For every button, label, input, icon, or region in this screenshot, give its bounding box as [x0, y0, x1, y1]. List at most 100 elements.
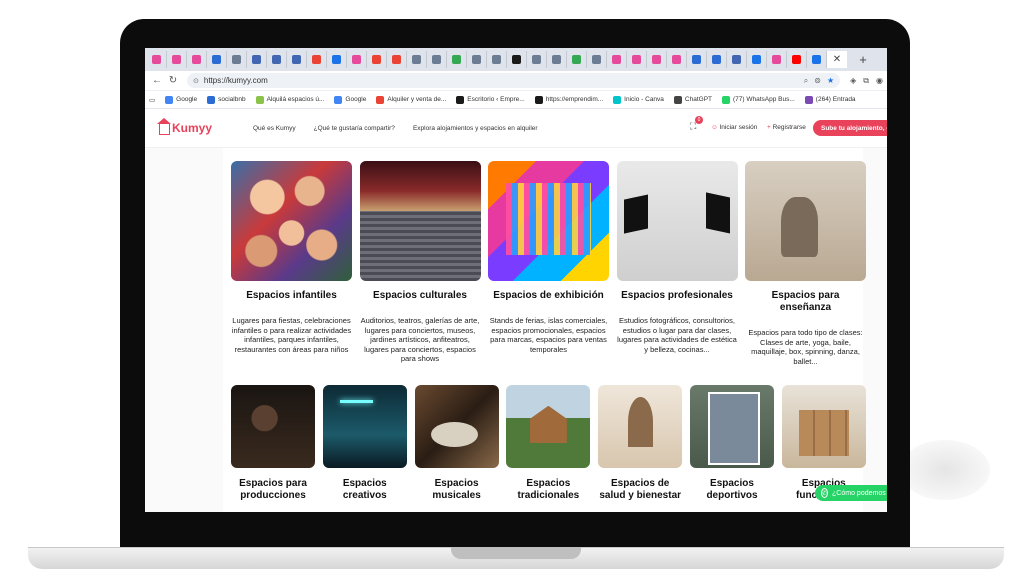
bookmark-star-icon[interactable]: ★	[827, 76, 834, 86]
upload-listing-button[interactable]: Sube tu alojamiento, esp	[813, 120, 887, 136]
category-title[interactable]: Espacios de salud y bienestar	[598, 478, 682, 502]
category-card-producciones[interactable]: Espacios para producciones	[231, 385, 315, 502]
browser-tab[interactable]	[247, 51, 267, 68]
new-tab-icon[interactable]: +	[853, 51, 873, 68]
browser-tab[interactable]	[607, 51, 627, 68]
category-image[interactable]	[488, 161, 609, 281]
category-title[interactable]: Espacios para enseñanza	[745, 290, 866, 314]
nav-link-compartir[interactable]: ¿Qué te gustaría compartir?	[314, 125, 395, 132]
login-link[interactable]: ☺ Iniciar sesión	[711, 124, 757, 131]
category-card-creativos[interactable]: Espacios creativos	[322, 385, 407, 502]
zoom-icon[interactable]: ⌕	[804, 76, 808, 86]
category-image[interactable]	[506, 385, 591, 468]
category-card-deportivos[interactable]: Espacios deportivos	[690, 385, 774, 502]
register-link[interactable]: + Registrarse	[767, 124, 806, 131]
profile-icon[interactable]: ◉	[876, 76, 883, 86]
nav-link-explora[interactable]: Explora alojamientos y espacios en alqui…	[413, 125, 538, 132]
extension-icon[interactable]: ◈	[850, 76, 856, 86]
bookmark-item[interactable]: Inicio - Canva	[613, 95, 664, 104]
browser-tab[interactable]	[787, 51, 807, 68]
back-icon[interactable]: ←	[149, 75, 165, 86]
browser-tab[interactable]	[427, 51, 447, 68]
bookmark-item[interactable]: Google	[165, 95, 197, 104]
site-info-icon[interactable]: ⊙	[193, 77, 199, 85]
category-title[interactable]: Espacios musicales	[415, 478, 499, 502]
category-image[interactable]	[781, 385, 866, 468]
bookmark-item[interactable]: Escritorio ‹ Empre...	[456, 95, 525, 104]
browser-tab[interactable]	[407, 51, 427, 68]
category-title[interactable]: Espacios infantiles	[231, 290, 352, 302]
category-card-tradicionales[interactable]: Espacios tradicionales	[506, 385, 591, 502]
bookmark-item[interactable]: socialbnb	[207, 95, 246, 104]
browser-tab[interactable]	[267, 51, 287, 68]
browser-tab[interactable]	[467, 51, 487, 68]
browser-tab[interactable]	[207, 51, 227, 68]
category-image[interactable]	[745, 161, 866, 281]
browser-tab[interactable]	[487, 51, 507, 68]
bookmark-item[interactable]: (264) Entrada	[804, 95, 856, 104]
category-image[interactable]	[231, 161, 352, 281]
reload-icon[interactable]: ↻	[165, 75, 181, 86]
browser-tab[interactable]	[687, 51, 707, 68]
browser-tab[interactable]	[187, 51, 207, 68]
category-title[interactable]: Espacios deportivos	[690, 478, 774, 502]
bookmark-item[interactable]: Alquilá espacios ú...	[255, 95, 324, 104]
category-card-espacios-ensenanza[interactable]: Espacios para enseñanza Espacios para tod…	[745, 161, 866, 366]
browser-tab[interactable]	[627, 51, 647, 68]
browser-tab[interactable]	[367, 51, 387, 68]
bookmark-item[interactable]: https://emprendim...	[534, 95, 603, 104]
browser-tab[interactable]	[707, 51, 727, 68]
browser-tab[interactable]	[227, 51, 247, 68]
bookmark-item[interactable]: Alquiler y venta de...	[376, 95, 446, 104]
category-image[interactable]	[414, 385, 499, 468]
browser-tab[interactable]	[447, 51, 467, 68]
category-title[interactable]: Espacios profesionales	[617, 290, 738, 302]
category-image[interactable]	[322, 385, 407, 468]
browser-tab[interactable]	[327, 51, 347, 68]
category-card-espacios-exhibicion[interactable]: Espacios de exhibición Stands de ferias, …	[488, 161, 609, 354]
address-bar[interactable]: ⊙ https://kumyy.com ⌕ ⊚ ★	[187, 73, 841, 88]
extensions-puzzle-icon[interactable]: ⧉	[863, 76, 869, 86]
cart-icon[interactable]: ⛶ 0	[690, 116, 703, 132]
bookmark-item[interactable]: ChatGPT	[673, 95, 712, 104]
category-card-espacios-profesionales[interactable]: Espacios profesionales Estudios fotográfi…	[616, 161, 738, 354]
category-card-espacios-infantiles[interactable]: Espacios infantiles Lugares para fiestas,…	[231, 161, 352, 354]
category-image[interactable]	[598, 385, 683, 468]
browser-tab[interactable]	[307, 51, 327, 68]
bookmark-item[interactable]: (77) WhatsApp Bus...	[722, 95, 795, 104]
browser-tab[interactable]	[347, 51, 367, 68]
password-icon[interactable]: ⊚	[814, 76, 821, 86]
browser-tab[interactable]	[807, 51, 827, 68]
category-title[interactable]: Espacios creativos	[323, 478, 407, 502]
browser-tab[interactable]	[567, 51, 587, 68]
category-card-espacios-culturales[interactable]: Espacios culturales Auditorios, teatros, …	[359, 161, 481, 364]
browser-tab[interactable]	[767, 51, 787, 68]
browser-tab[interactable]	[667, 51, 687, 68]
apps-icon[interactable]: ▭	[149, 96, 155, 104]
close-tab-icon[interactable]: ✕	[827, 51, 847, 68]
category-image[interactable]	[231, 385, 315, 468]
category-image[interactable]	[690, 385, 774, 468]
category-image[interactable]	[616, 161, 738, 281]
nav-link-que-es[interactable]: Qué es Kumyy	[253, 125, 296, 132]
browser-tab[interactable]	[507, 51, 527, 68]
browser-tab[interactable]	[747, 51, 767, 68]
browser-tab[interactable]	[547, 51, 567, 68]
browser-tab[interactable]	[527, 51, 547, 68]
browser-tab[interactable]	[387, 51, 407, 68]
category-title[interactable]: Espacios para producciones	[231, 478, 315, 502]
bookmark-item[interactable]: Google	[334, 95, 366, 104]
category-image[interactable]	[359, 161, 481, 281]
category-card-salud-bienestar[interactable]: Espacios de salud y bienestar	[598, 385, 683, 502]
category-title[interactable]: Espacios culturales	[360, 290, 481, 302]
site-logo[interactable]: Kumyy	[157, 118, 249, 135]
browser-tab[interactable]	[727, 51, 747, 68]
browser-tab[interactable]	[587, 51, 607, 68]
category-card-musicales[interactable]: Espacios musicales	[414, 385, 499, 502]
category-title[interactable]: Espacios de exhibición	[488, 290, 609, 302]
browser-tab[interactable]	[147, 51, 167, 68]
whatsapp-chat-button[interactable]: ✆ ¿Cómo podemos	[815, 485, 887, 501]
browser-tab[interactable]	[287, 51, 307, 68]
browser-tab[interactable]	[167, 51, 187, 68]
browser-tab[interactable]	[647, 51, 667, 68]
